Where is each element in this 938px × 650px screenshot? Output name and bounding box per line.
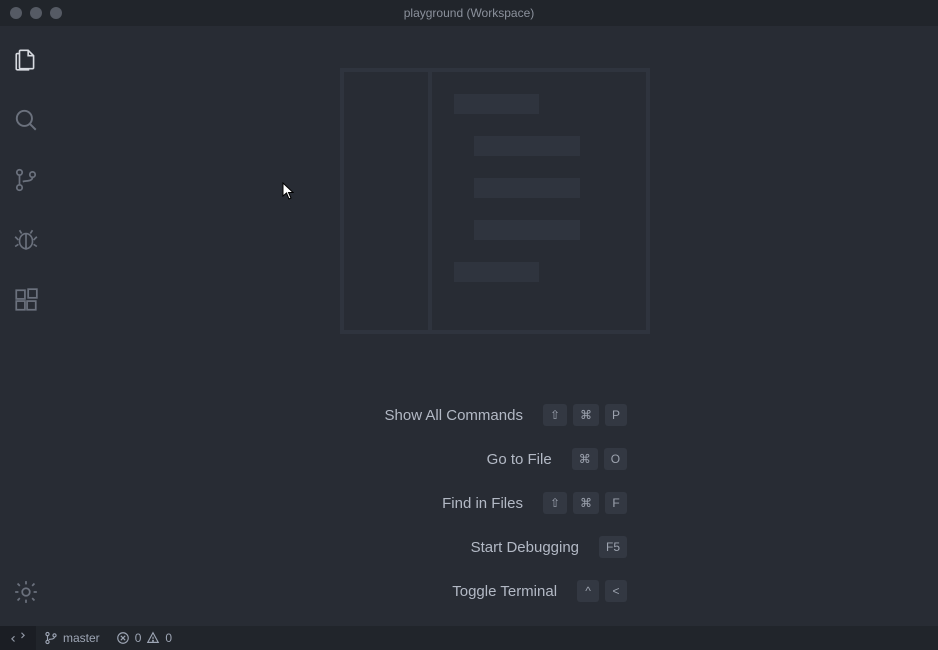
extensions-icon [13, 287, 39, 313]
explorer-tab[interactable] [2, 36, 50, 84]
extensions-tab[interactable] [2, 276, 50, 324]
keybinding: ⌘ O [572, 448, 627, 470]
command-row: Start Debugging F5 [363, 536, 627, 558]
problems-status[interactable]: 0 0 [108, 626, 180, 650]
remote-indicator[interactable] [0, 626, 36, 650]
search-icon [13, 107, 39, 133]
key: P [605, 404, 627, 426]
git-branch-status[interactable]: master [36, 626, 108, 650]
key: ⌘ [572, 448, 598, 470]
key: < [605, 580, 627, 602]
watermark-graphic [340, 68, 650, 334]
key: F5 [599, 536, 627, 558]
command-label: Show All Commands [363, 407, 523, 424]
files-icon [13, 47, 39, 73]
debug-tab[interactable] [2, 216, 50, 264]
warning-count: 0 [165, 631, 172, 645]
command-row: Show All Commands ⇧ ⌘ P [363, 404, 627, 426]
status-bar: master 0 0 [0, 626, 938, 650]
key: ⇧ [543, 404, 567, 426]
keybinding: ^ < [577, 580, 627, 602]
command-label: Start Debugging [419, 539, 579, 556]
main-area: Show All Commands ⇧ ⌘ P Go to File ⌘ O F… [0, 26, 938, 626]
keybinding: ⇧ ⌘ F [543, 492, 627, 514]
command-label: Find in Files [363, 495, 523, 512]
branch-name: master [63, 631, 100, 645]
window-controls [0, 7, 62, 19]
error-icon [116, 631, 130, 645]
gear-icon [13, 579, 39, 605]
window-title: playground (Workspace) [404, 6, 535, 20]
welcome-commands: Show All Commands ⇧ ⌘ P Go to File ⌘ O F… [363, 404, 627, 602]
error-count: 0 [135, 631, 142, 645]
close-button[interactable] [10, 7, 22, 19]
command-row: Find in Files ⇧ ⌘ F [363, 492, 627, 514]
editor-welcome: Show All Commands ⇧ ⌘ P Go to File ⌘ O F… [52, 26, 938, 626]
branch-icon [13, 167, 39, 193]
key: O [604, 448, 627, 470]
keybinding: ⇧ ⌘ P [543, 404, 627, 426]
key: ⌘ [573, 492, 599, 514]
search-tab[interactable] [2, 96, 50, 144]
command-row: Go to File ⌘ O [363, 448, 627, 470]
settings-gear[interactable] [2, 568, 50, 616]
key: ⌘ [573, 404, 599, 426]
source-control-tab[interactable] [2, 156, 50, 204]
remote-icon [11, 631, 25, 645]
command-label: Go to File [392, 451, 552, 468]
minimize-button[interactable] [30, 7, 42, 19]
key: ⇧ [543, 492, 567, 514]
command-label: Toggle Terminal [397, 583, 557, 600]
bug-icon [13, 227, 39, 253]
key: F [605, 492, 627, 514]
maximize-button[interactable] [50, 7, 62, 19]
branch-icon [44, 631, 58, 645]
warning-icon [146, 631, 160, 645]
activity-bar [0, 26, 52, 626]
keybinding: F5 [599, 536, 627, 558]
command-row: Toggle Terminal ^ < [363, 580, 627, 602]
titlebar: playground (Workspace) [0, 0, 938, 26]
key: ^ [577, 580, 599, 602]
